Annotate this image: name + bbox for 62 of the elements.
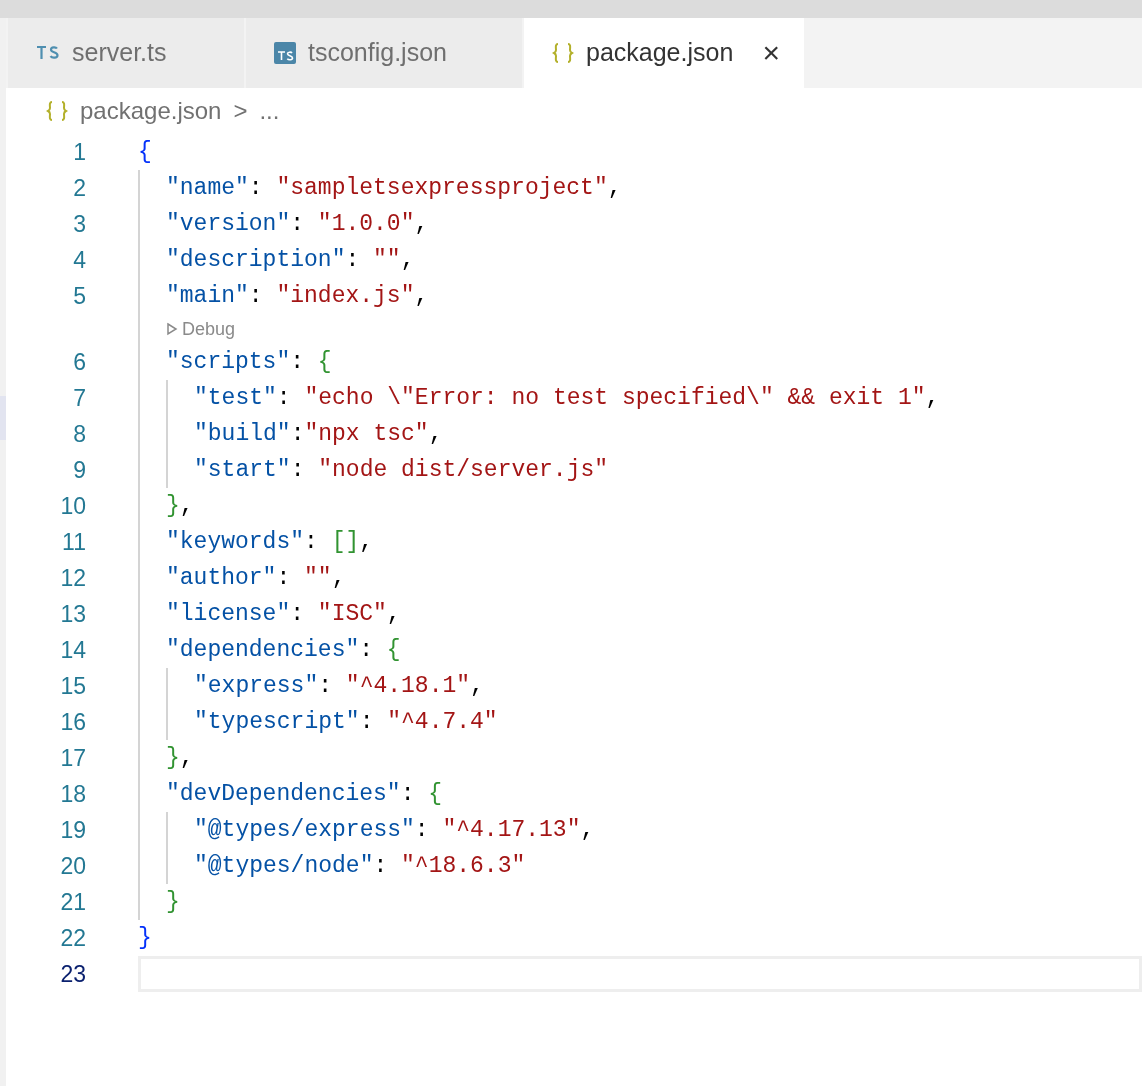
line-number: 4 [72,245,86,275]
line-number: 12 [59,563,86,593]
line-number: 21 [59,887,86,917]
code-line: "@types/express": "^4.17.13", [194,815,595,845]
editor-tab[interactable]: server.ts [8,18,244,88]
play-icon [166,322,178,336]
line-number: 9 [72,455,86,485]
code-line: "name": "sampletsexpressproject", [166,173,622,203]
close-tab-button[interactable]: × [762,38,780,68]
line-number: 11 [61,527,86,557]
code-line: } [138,923,152,953]
tab-label: package.json [586,37,734,69]
breadcrumb-file[interactable]: package.json [80,93,222,129]
code-line: "dependencies": { [166,635,401,665]
code-line: "build":"npx tsc", [194,419,443,449]
code-line: "start": "node dist/server.js" [194,455,609,485]
code-line: "scripts": { [166,347,332,377]
code-line: "keywords": [], [166,527,374,557]
tab-label: server.ts [72,37,167,69]
line-number: 15 [59,671,86,701]
json-braces-icon [46,100,68,122]
line-number: 6 [72,347,86,377]
line-number: 16 [59,707,86,737]
code-line: "express": "^4.18.1", [194,671,484,701]
typescript-icon [274,42,296,64]
line-number: 22 [59,923,86,953]
line-number: 17 [59,743,86,773]
typescript-icon [36,45,60,61]
line-number: 2 [72,173,86,203]
code-line: }, [166,491,194,521]
code-line: "test": "echo \"Error: no test specified\" && exit 1", [194,383,940,413]
tab-label: tsconfig.json [308,37,447,69]
code-line: "version": "1.0.0", [166,209,429,239]
code-line: } [166,887,180,917]
code-line: { [138,137,152,167]
debug-codelens[interactable]: Debug [166,315,236,343]
line-number: 3 [72,209,86,239]
breadcrumb-separator: > [233,96,248,126]
code-line: "description": "", [166,245,415,275]
line-number: 1 [72,137,86,167]
code-line: "typescript": "^4.7.4" [194,707,498,737]
line-number: 23 [59,959,86,989]
line-number: 20 [59,851,86,881]
breadcrumb-more[interactable]: ... [259,93,280,129]
line-number: 7 [72,383,86,413]
codelens-label: Debug [182,317,236,341]
code-line: "license": "ISC", [166,599,401,629]
line-number: 13 [59,599,86,629]
json-braces-icon [552,42,574,64]
editor-tab[interactable]: package.json × [524,18,804,88]
code-line: "devDependencies": { [166,779,443,809]
line-number: 5 [72,281,86,311]
code-line: "@types/node": "^18.6.3" [194,851,526,881]
line-number: 8 [72,419,86,449]
editor-tab[interactable]: tsconfig.json [246,18,522,88]
line-number: 14 [59,635,86,665]
code-line: "author": "", [166,563,346,593]
code-line: "main": "index.js", [166,281,429,311]
line-number: 19 [59,815,86,845]
code-line: }, [166,743,194,773]
line-number: 10 [59,491,86,521]
line-number: 18 [59,779,86,809]
